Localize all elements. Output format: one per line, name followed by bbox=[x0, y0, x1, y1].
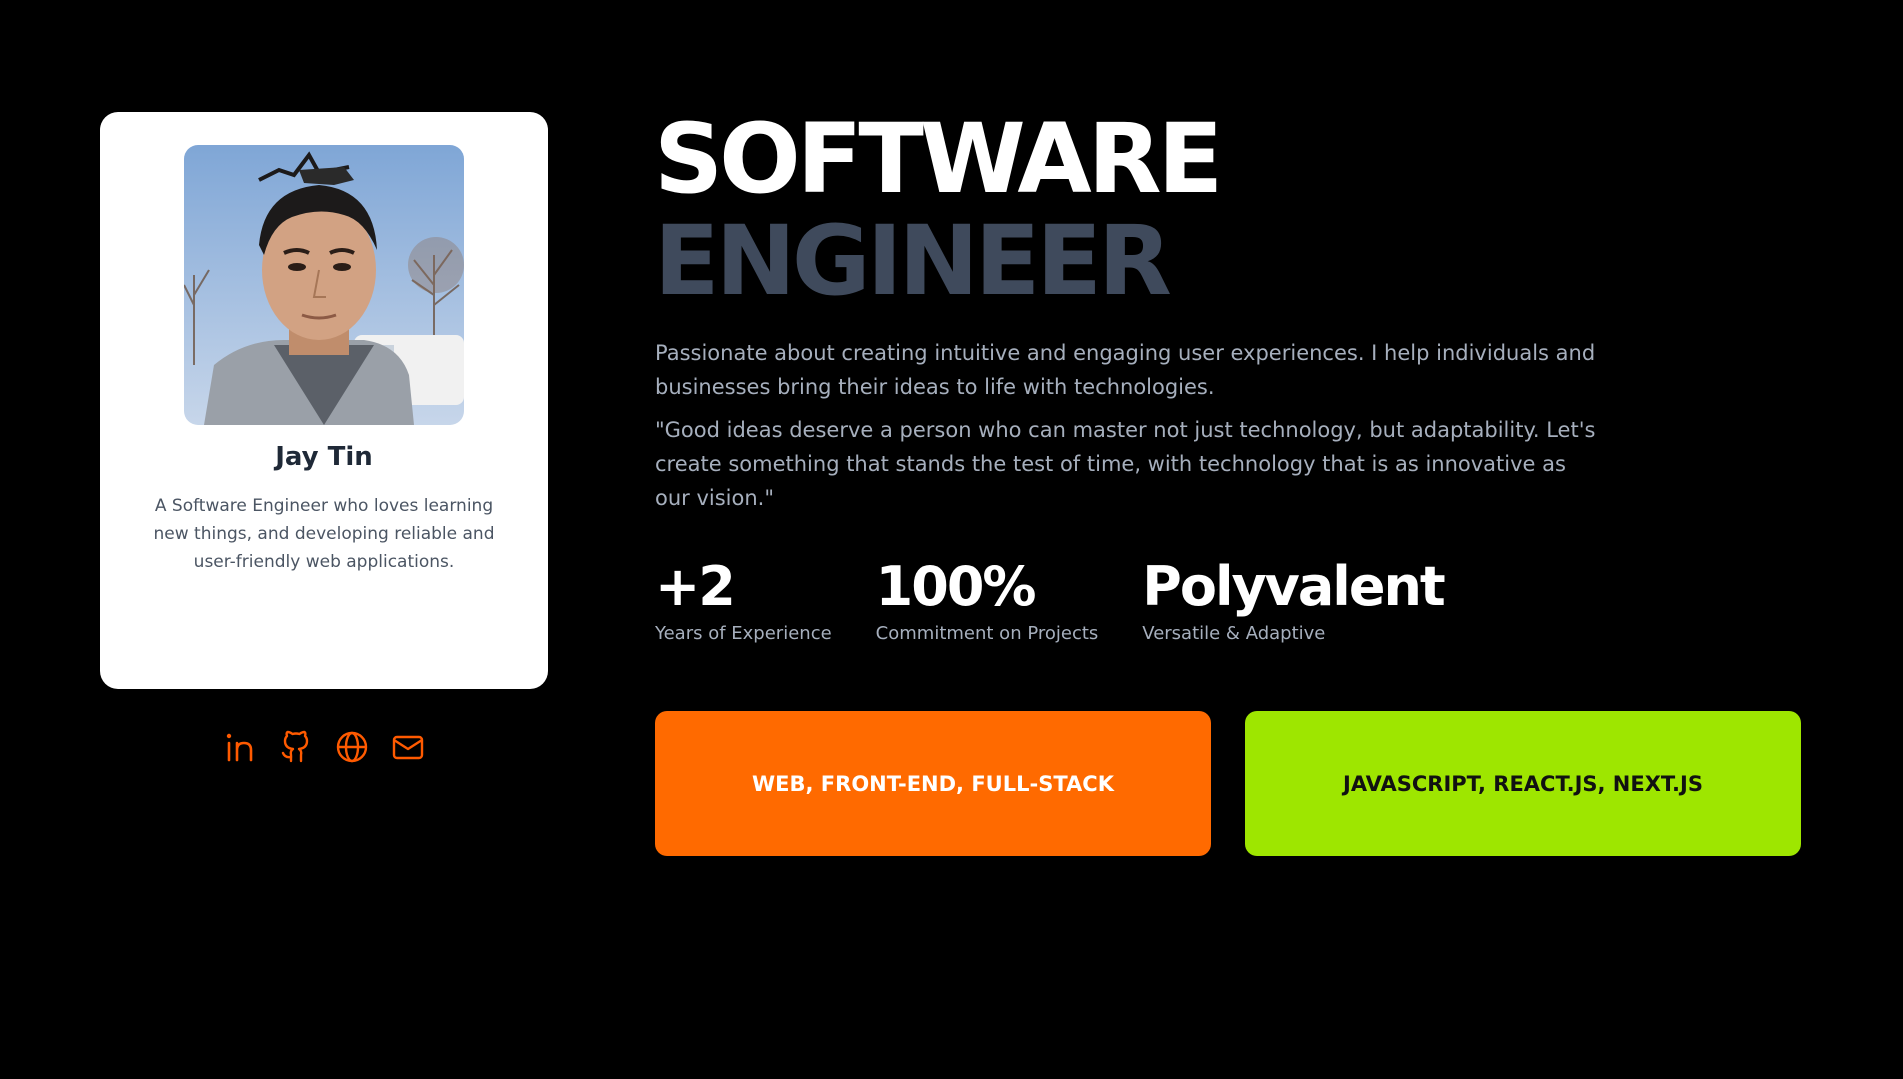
social-links bbox=[100, 730, 548, 764]
mail-icon[interactable] bbox=[391, 730, 425, 764]
hero-title-line1: SOFTWARE bbox=[654, 103, 1223, 215]
skills-js-button[interactable]: JAVASCRIPT, REACT.JS, NEXT.JS bbox=[1245, 711, 1801, 856]
profile-name: Jay Tin bbox=[275, 442, 373, 472]
skills-web-button[interactable]: WEB, FRONT-END, FULL-STACK bbox=[655, 711, 1211, 856]
profile-bio: A Software Engineer who loves learning n… bbox=[153, 496, 495, 572]
stat-experience: +2 Years of Experience bbox=[655, 555, 832, 644]
stat-polyvalent: Polyvalent Versatile & Adaptive bbox=[1142, 555, 1445, 644]
profile-card: Jay Tin A Software Engineer who loves le… bbox=[100, 112, 548, 763]
stat-commitment: 100% Commitment on Projects bbox=[876, 555, 1099, 644]
stat-label: Commitment on Projects bbox=[875, 623, 1099, 644]
page: Jay Tin A Software Engineer who loves le… bbox=[0, 0, 1903, 1079]
hero-title: SOFTWARE ENGINEER bbox=[654, 103, 1223, 317]
stat-label: Years of Experience bbox=[655, 623, 832, 644]
stat-value: +2 bbox=[655, 555, 736, 618]
intro-paragraph: Passionate about creating intuitive and … bbox=[655, 341, 1596, 399]
quote-paragraph: "Good ideas deserve a person who can mas… bbox=[655, 418, 1596, 510]
stats-row: +2 Years of Experience 100% Commitment o… bbox=[655, 555, 1488, 644]
stat-label: Versatile & Adaptive bbox=[1142, 623, 1326, 644]
stat-value: Polyvalent bbox=[1142, 555, 1445, 618]
stat-value: 100% bbox=[875, 555, 1037, 618]
hero-title-line2: ENGINEER bbox=[654, 205, 1172, 317]
globe-icon[interactable] bbox=[335, 730, 369, 764]
linkedin-icon[interactable] bbox=[223, 730, 257, 764]
profile-photo bbox=[184, 145, 464, 425]
github-icon[interactable] bbox=[279, 730, 313, 764]
